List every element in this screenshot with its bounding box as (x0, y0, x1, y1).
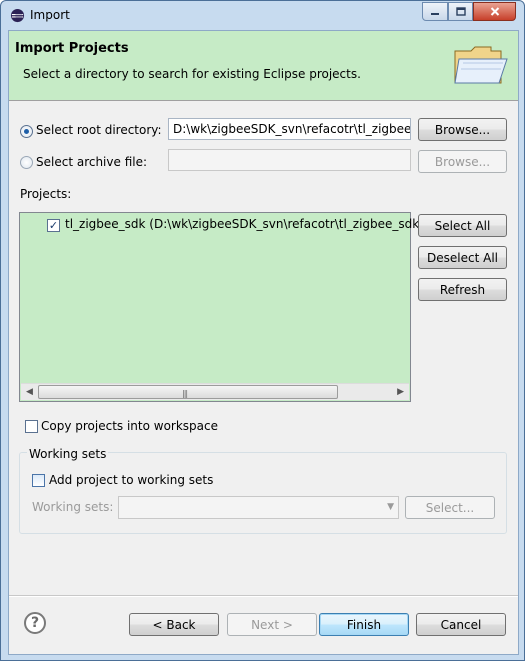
finish-button[interactable]: Finish (319, 613, 409, 636)
folder-icon (454, 46, 508, 84)
footer-separator (9, 595, 518, 597)
banner-title: Import Projects (15, 41, 129, 56)
scrollbar-thumb[interactable]: ||| (38, 385, 338, 399)
scroll-right-icon[interactable]: ▶ (397, 387, 404, 397)
archive-file-radio[interactable] (20, 156, 33, 169)
title-bar[interactable]: Import (1, 1, 524, 30)
project-item-label: tl_zigbee_sdk (D:\wk\zigbeeSDK_svn\refac… (65, 217, 424, 231)
root-directory-label: Select root directory: (36, 123, 162, 137)
next-button[interactable]: Next > (227, 613, 317, 636)
help-icon[interactable]: ? (24, 612, 46, 634)
working-sets-group-title: Working sets (27, 447, 109, 461)
working-sets-label: Working sets: (32, 500, 114, 514)
caption-buttons (422, 2, 516, 21)
root-directory-field[interactable]: D:\wk\zigbeeSDK_svn\refacotr\tl_zigbee_ (168, 118, 411, 140)
add-to-working-sets-checkbox[interactable] (32, 474, 45, 487)
minimize-icon[interactable] (422, 2, 448, 21)
grip-icon: ||| (182, 389, 188, 398)
add-to-working-sets-label: Add project to working sets (49, 473, 214, 487)
list-item[interactable]: ✓ tl_zigbee_sdk (D:\wk\zigbeeSDK_svn\ref… (20, 213, 424, 235)
import-window: Import Import Projects Select a director… (0, 0, 525, 661)
copy-into-workspace-checkbox[interactable] (25, 420, 38, 433)
working-sets-group (19, 452, 507, 534)
root-directory-radio[interactable] (20, 125, 33, 138)
select-all-button[interactable]: Select All (418, 214, 507, 237)
browse-root-button[interactable]: Browse... (418, 118, 507, 141)
back-button[interactable]: < Back (129, 613, 219, 636)
browse-archive-button[interactable]: Browse... (418, 150, 507, 173)
archive-file-field[interactable] (168, 149, 411, 171)
deselect-all-button[interactable]: Deselect All (418, 246, 507, 269)
close-icon[interactable] (473, 2, 516, 21)
chevron-down-icon: ▼ (387, 502, 394, 512)
project-checkbox[interactable]: ✓ (47, 219, 60, 232)
projects-list[interactable]: ✓ tl_zigbee_sdk (D:\wk\zigbeeSDK_svn\ref… (19, 212, 424, 402)
archive-file-label: Select archive file: (36, 155, 148, 169)
dialog-body: Import Projects Select a directory to se… (8, 30, 519, 655)
window-title: Import (30, 8, 70, 22)
projects-label: Projects: (20, 187, 72, 201)
scroll-left-icon[interactable]: ◀ (26, 387, 33, 397)
wizard-banner: Import Projects Select a directory to se… (9, 31, 518, 101)
maximize-icon[interactable] (448, 2, 473, 21)
eclipse-icon (10, 8, 25, 23)
copy-into-workspace-label: Copy projects into workspace (41, 419, 219, 433)
cancel-button[interactable]: Cancel (416, 613, 506, 636)
select-working-sets-button[interactable]: Select... (405, 496, 495, 519)
working-sets-combo[interactable]: ▼ (118, 496, 399, 519)
horizontal-scrollbar[interactable]: ◀ ||| ▶ (21, 383, 409, 400)
banner-description: Select a directory to search for existin… (23, 67, 361, 81)
refresh-button[interactable]: Refresh (418, 278, 507, 301)
